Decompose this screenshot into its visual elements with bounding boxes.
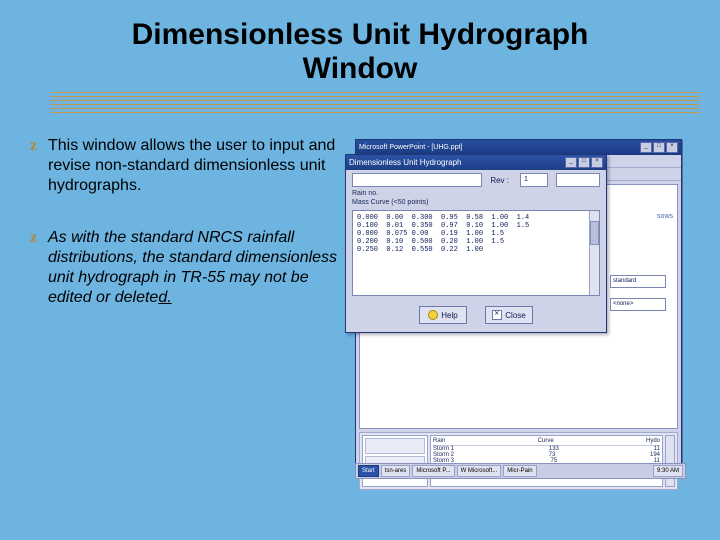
lower-panel: Rain Curve Hydo Storm 1 133 11 Storm 2 7…: [359, 432, 678, 490]
bullet-1-text: This window allows the user to input and…: [48, 136, 350, 196]
bullet-1: z This window allows the user to input a…: [30, 136, 350, 196]
bullet-2-text: As with the standard NRCS rainfall distr…: [48, 228, 350, 308]
bullet-2: z As with the standard NRCS rainfall dis…: [30, 228, 350, 308]
taskbar-item[interactable]: Micr-Pain: [503, 465, 536, 477]
help-icon: [428, 310, 438, 320]
list-item: 0.000 0.075 0.00 0.19 1.00 1.5: [357, 230, 595, 238]
col-header: Curve: [538, 438, 554, 444]
rain-no-label: Rain no.: [352, 190, 378, 197]
taskbar-clock: 9:30 AM: [653, 465, 683, 477]
hydrograph-dialog: Dimensionless Unit Hydrograph _ □ × Rev …: [345, 154, 607, 333]
data-table: Rain Curve Hydo Storm 1 133 11 Storm 2 7…: [430, 435, 663, 487]
decorative-rules: [50, 92, 700, 116]
name-field[interactable]: [352, 173, 482, 187]
list-item: 0.100 0.01 0.350 0.97 0.10 1.00 1.5: [357, 222, 595, 230]
close-label: Close: [505, 311, 525, 320]
bullet-marker: z: [30, 228, 48, 308]
minimize-icon[interactable]: _: [565, 157, 577, 168]
back-titlebar: Microsoft PowerPoint - [UHG.ppt] _ □ ×: [356, 140, 681, 155]
slide-title: Dimensionless Unit Hydrograph Window: [0, 0, 720, 92]
scrollbar[interactable]: [665, 435, 675, 487]
taskbar-item[interactable]: W Microsoft...: [457, 465, 502, 477]
slide-thumb[interactable]: [365, 438, 425, 454]
col-header: Hydo: [646, 438, 660, 444]
list-item: 0.200 0.10 0.500 0.20 1.00 1.5: [357, 238, 595, 246]
list-item: 0.000 0.00 0.300 0.95 0.58 1.00 1.4: [357, 214, 595, 222]
close-icon[interactable]: ×: [591, 157, 603, 168]
list-item: 0.250 0.12 0.550 0.22 1.00: [357, 246, 595, 254]
window-buttons: _ □ ×: [640, 142, 678, 153]
title-line2: Window: [303, 52, 418, 85]
revdate-field[interactable]: [556, 173, 600, 187]
back-title: Microsoft PowerPoint - [UHG.ppt]: [359, 144, 462, 151]
close-icon[interactable]: ×: [666, 142, 678, 153]
rev-field[interactable]: 1: [520, 173, 548, 187]
stray-field[interactable]: standard: [610, 275, 666, 288]
thumb-column: [362, 435, 428, 487]
os-taskbar: Start tsn-ares Microsoft P... W Microsof…: [355, 463, 686, 479]
bullet-marker: z: [30, 136, 48, 196]
start-button[interactable]: Start: [358, 465, 379, 477]
screenshot-illustration: Microsoft PowerPoint - [UHG.ppt] _ □ × F…: [350, 136, 706, 476]
col-header: Rain: [433, 438, 445, 444]
stray-fields: standard <none>: [610, 275, 666, 311]
rev-label: Rev :: [490, 176, 509, 185]
bullet-list: z This window allows the user to input a…: [30, 136, 350, 476]
minimize-icon[interactable]: _: [640, 142, 652, 153]
dialog-titlebar: Dimensionless Unit Hydrograph _ □ ×: [346, 155, 606, 170]
dialog-title: Dimensionless Unit Hydrograph: [349, 158, 462, 167]
listbox-scrollbar[interactable]: [589, 211, 599, 295]
stray-field[interactable]: <none>: [610, 298, 666, 311]
title-line1: Dimensionless Unit Hydrograph: [132, 18, 589, 51]
close-square-icon: [492, 310, 502, 320]
taskbar-item[interactable]: Microsoft P...: [412, 465, 454, 477]
help-label: Help: [441, 311, 457, 320]
help-button[interactable]: Help: [419, 306, 467, 324]
maximize-icon[interactable]: □: [653, 142, 665, 153]
mass-curve-label: Mass Curve (<50 points): [352, 199, 428, 206]
close-button[interactable]: Close: [485, 306, 533, 324]
maximize-icon[interactable]: □: [578, 157, 590, 168]
taskbar-item[interactable]: tsn-ares: [381, 465, 411, 477]
data-listbox[interactable]: 0.000 0.00 0.300 0.95 0.58 1.00 1.4 0.10…: [352, 210, 600, 296]
